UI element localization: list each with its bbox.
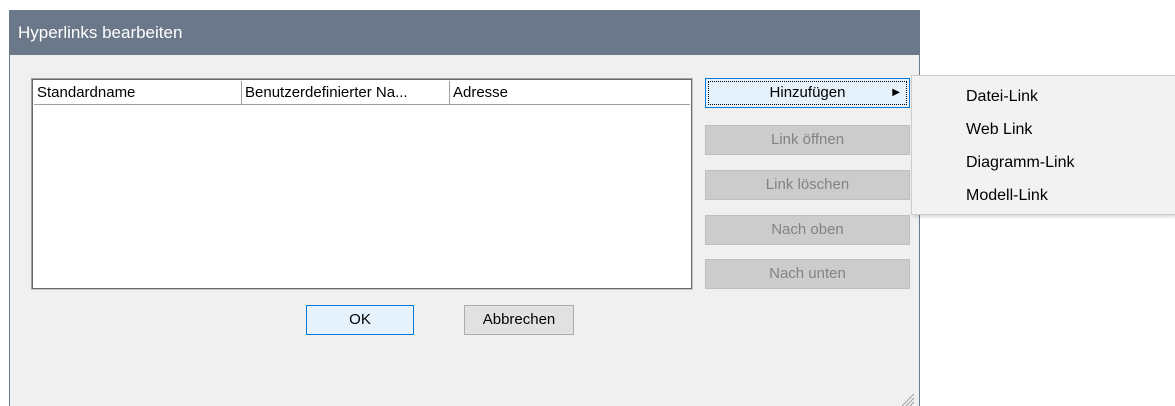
- submenu-arrow-icon: ▶: [892, 87, 900, 98]
- cancel-button[interactable]: Abbrechen: [464, 305, 574, 335]
- add-submenu: Datei-Link Web Link Diagramm-Link Modell…: [911, 75, 1175, 215]
- resize-grip-icon[interactable]: [899, 392, 915, 406]
- ok-button-label: OK: [349, 311, 371, 328]
- list-header: Standardname Benutzerdefinierter Na... A…: [34, 81, 690, 105]
- open-link-button[interactable]: Link öffnen: [705, 125, 910, 155]
- dialog-title: Hyperlinks bearbeiten: [10, 11, 919, 55]
- menu-item-diagram-link[interactable]: Diagramm-Link: [912, 146, 1175, 179]
- menu-item-file-link[interactable]: Datei-Link: [912, 80, 1175, 113]
- move-down-button[interactable]: Nach unten: [705, 259, 910, 289]
- edit-hyperlinks-dialog: Hyperlinks bearbeiten Standardname Benut…: [9, 10, 920, 406]
- move-up-button[interactable]: Nach oben: [705, 215, 910, 245]
- add-button[interactable]: Hinzufügen ▶: [705, 78, 910, 108]
- hyperlinks-list[interactable]: Standardname Benutzerdefinierter Na... A…: [31, 78, 693, 290]
- menu-item-web-link[interactable]: Web Link: [912, 113, 1175, 146]
- focus-ring: [708, 81, 907, 105]
- column-header-address[interactable]: Adresse: [450, 81, 678, 104]
- delete-link-button[interactable]: Link löschen: [705, 170, 910, 200]
- column-header-standardname[interactable]: Standardname: [34, 81, 242, 104]
- menu-item-model-link[interactable]: Modell-Link: [912, 179, 1175, 212]
- ok-button[interactable]: OK: [306, 305, 414, 335]
- column-header-custom-name[interactable]: Benutzerdefinierter Na...: [242, 81, 450, 104]
